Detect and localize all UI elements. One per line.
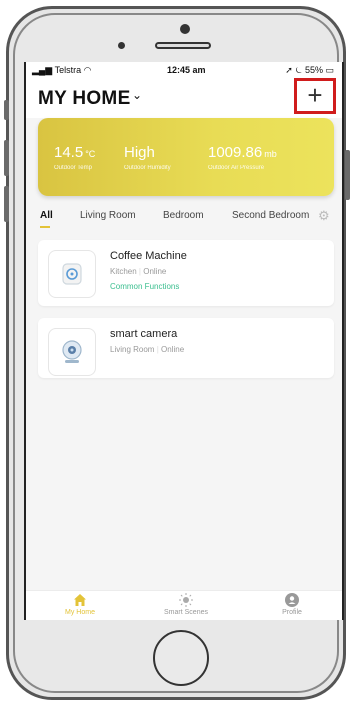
- outdoor-temp: 14.5 °C Outdoor Temp: [54, 144, 95, 171]
- common-functions-link[interactable]: Common Functions: [110, 282, 179, 291]
- status-bar: ▂▄▆ Telstra ◠ 12:45 am ➚ ⏾ 55% ▭: [26, 62, 342, 78]
- tab-bedroom[interactable]: Bedroom: [163, 210, 204, 221]
- tab-all[interactable]: All: [40, 210, 53, 221]
- room-tabs: All Living Room Bedroom Second Bedroom ⚙: [26, 206, 342, 230]
- device-location: Living Room | Online: [110, 345, 185, 354]
- temp-value: 14.5: [54, 144, 84, 161]
- earpiece-speaker: [155, 42, 211, 49]
- device-status: Online: [161, 345, 185, 354]
- status-time: 12:45 am: [167, 65, 206, 75]
- side-button-volume-down: [4, 186, 9, 222]
- chevron-down-icon[interactable]: ⌄: [132, 88, 142, 102]
- device-card-coffee-machine[interactable]: Coffee Machine Kitchen | Online Common F…: [38, 240, 334, 306]
- device-location: Kitchen | Online: [110, 267, 167, 276]
- app-header: MY HOME ⌄ +: [26, 78, 342, 118]
- temp-unit: °C: [85, 149, 96, 159]
- tab-living-room[interactable]: Living Room: [80, 210, 136, 221]
- sun-icon: [179, 593, 193, 607]
- tab-label: Profile: [282, 609, 302, 616]
- active-tab-indicator: [40, 226, 50, 228]
- humidity-label: Outdoor Humidity: [124, 165, 171, 171]
- pressure-unit: mb: [264, 149, 277, 159]
- tab-label: Smart Scenes: [164, 609, 208, 616]
- device-name: Coffee Machine: [110, 250, 187, 262]
- carrier-signal: ▂▄▆ Telstra ◠: [32, 65, 92, 75]
- profile-icon: [285, 593, 299, 607]
- pressure-label: Outdoor Air Pressure: [208, 165, 265, 171]
- weather-card: 14.5 °C Outdoor Temp High Outdoor Humidit…: [38, 118, 334, 196]
- tab-profile[interactable]: Profile: [262, 593, 322, 616]
- outdoor-pressure: 1009.86 mb Outdoor Air Pressure: [208, 144, 277, 171]
- battery-indicator: ➚ ⏾ 55% ▭: [285, 65, 334, 75]
- device-card-smart-camera[interactable]: smart camera Living Room | Online: [38, 318, 334, 378]
- side-button-volume-up: [4, 140, 9, 176]
- tab-label: My Home: [65, 609, 95, 616]
- tab-smart-scenes[interactable]: Smart Scenes: [156, 593, 216, 616]
- temp-label: Outdoor Temp: [54, 165, 92, 171]
- battery-percent: 55%: [304, 65, 323, 75]
- device-room: Living Room: [110, 345, 155, 354]
- add-device-button[interactable]: +: [294, 78, 336, 114]
- pressure-value: 1009.86: [208, 144, 263, 161]
- device-name: smart camera: [110, 328, 178, 340]
- carrier-name: Telstra: [54, 65, 82, 75]
- bottom-tab-bar: My Home Smart Scenes Profile: [26, 590, 342, 620]
- camera-icon: [48, 328, 96, 376]
- coffee-machine-icon: [48, 250, 96, 298]
- home-title[interactable]: MY HOME: [38, 88, 131, 110]
- device-status: Online: [143, 267, 167, 276]
- side-button-mute: [4, 100, 9, 120]
- device-room: Kitchen: [110, 267, 137, 276]
- outdoor-humidity: High Outdoor Humidity: [124, 144, 171, 171]
- home-icon: [74, 594, 86, 606]
- tab-my-home[interactable]: My Home: [50, 593, 110, 616]
- front-camera: [180, 24, 190, 34]
- side-button-power: [345, 150, 350, 200]
- tab-second-bedroom[interactable]: Second Bedroom: [232, 210, 309, 221]
- hardware-home-button[interactable]: [153, 630, 209, 686]
- app-screen: ▂▄▆ Telstra ◠ 12:45 am ➚ ⏾ 55% ▭ MY HOME…: [24, 62, 344, 620]
- gear-icon[interactable]: ⚙: [318, 208, 330, 224]
- humidity-value: High: [124, 144, 155, 161]
- sensor-dot: [118, 42, 125, 49]
